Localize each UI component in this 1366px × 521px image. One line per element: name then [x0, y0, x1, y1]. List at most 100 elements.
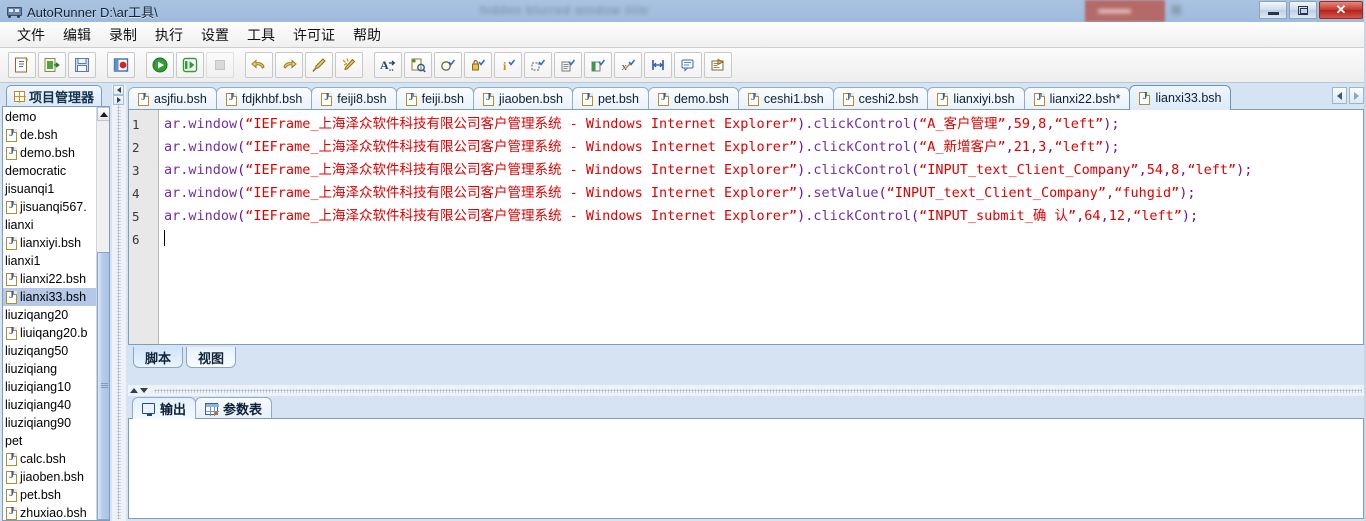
new-script-icon[interactable] — [8, 52, 36, 78]
bsh-file-icon — [657, 92, 669, 106]
text-insert-icon[interactable]: A — [374, 52, 402, 78]
editor-tab[interactable]: lianxiyi.bsh — [927, 87, 1025, 110]
editor-tab-active[interactable]: lianxi33.bsh — [1129, 85, 1232, 110]
code-line[interactable]: ar.window (“IEFrame_上海泽众软件科技有限公司客户管理系统 - … — [164, 205, 1363, 228]
record-icon[interactable] — [107, 52, 135, 78]
tree-item-file[interactable]: jiaoben.bsh — [3, 468, 96, 486]
tree-item-file[interactable]: calc.bsh — [3, 450, 96, 468]
tab-project-manager[interactable]: 项目管理器 — [6, 85, 103, 107]
menu-record[interactable]: 录制 — [100, 23, 146, 47]
tree-item-file[interactable]: de.bsh — [3, 126, 96, 144]
editor-tab[interactable]: asjfiu.bsh — [128, 87, 217, 110]
sync-point-icon[interactable] — [644, 52, 672, 78]
tree-item-file[interactable]: zhuxiao.bsh — [3, 504, 96, 520]
menu-settings[interactable]: 设置 — [192, 23, 238, 47]
tree-item-folder[interactable]: liuziqiang10 — [3, 378, 96, 396]
editor-tab[interactable]: lianxi22.bsh* — [1023, 87, 1131, 110]
tab-script[interactable]: 脚本 — [133, 347, 184, 368]
menu-tools[interactable]: 工具 — [238, 23, 284, 47]
scrollbar-thumb[interactable] — [97, 252, 109, 520]
tree-item-folder[interactable]: liuziqang20 — [3, 306, 96, 324]
check-export-icon[interactable] — [584, 52, 612, 78]
code-line[interactable]: ar.window (“IEFrame_上海泽众软件科技有限公司客户管理系统 - … — [164, 159, 1363, 182]
tab-parameter-table[interactable]: 参数表 — [195, 397, 273, 419]
editor-tab[interactable]: feiji8.bsh — [311, 87, 397, 110]
tree-item-folder[interactable]: liuziqiang40 — [3, 396, 96, 414]
tree-item-file[interactable]: lianxi22.bsh — [3, 270, 96, 288]
code-line[interactable] — [164, 228, 1363, 251]
chevron-right-icon[interactable] — [1349, 87, 1364, 104]
scroll-up-arrow-icon[interactable] — [97, 107, 109, 121]
editor-tab[interactable]: ceshi1.bsh — [737, 87, 834, 110]
check-region-icon[interactable] — [524, 52, 552, 78]
code-token-pun: , — [1106, 185, 1115, 201]
tree-item-folder[interactable]: lianxi1 — [3, 252, 96, 270]
splitter-collapse-up-icon[interactable] — [130, 388, 138, 393]
save-icon[interactable] — [68, 52, 96, 78]
editor-tab[interactable]: ceshi2.bsh — [832, 87, 929, 110]
brush-icon[interactable] — [305, 52, 333, 78]
project-tree-rows: demo de.bsh demo.bsh democratic jisuanqi… — [3, 107, 96, 520]
tree-item-file[interactable]: liuiqang20.b — [3, 324, 96, 342]
output-content[interactable] — [128, 418, 1364, 519]
tree-item-folder[interactable]: pet — [3, 432, 96, 450]
report-icon[interactable] — [704, 52, 732, 78]
horizontal-splitter-grip — [154, 389, 1362, 393]
tree-item-folder[interactable]: liuziqiang — [3, 360, 96, 378]
code-line[interactable]: ar.window (“IEFrame_上海泽众软件科技有限公司客户管理系统 - … — [164, 113, 1363, 136]
tree-item-folder[interactable]: liuziqang50 — [3, 342, 96, 360]
open-project-icon[interactable] — [38, 52, 66, 78]
stop-icon[interactable] — [206, 52, 234, 78]
code-token-pun: , — [1162, 162, 1172, 178]
code-text[interactable]: ar.window (“IEFrame_上海泽众软件科技有限公司客户管理系统 - … — [159, 110, 1363, 344]
menu-run[interactable]: 执行 — [146, 23, 192, 47]
horizontal-splitter[interactable] — [128, 385, 1364, 396]
tree-item-file[interactable]: demo.bsh — [3, 144, 96, 162]
tree-item-folder[interactable]: liuziqiang90 — [3, 414, 96, 432]
wand-icon[interactable] — [335, 52, 363, 78]
maximize-button[interactable] — [1289, 1, 1317, 19]
menu-file[interactable]: 文件 — [8, 23, 54, 47]
undo-icon[interactable] — [245, 52, 273, 78]
run-icon[interactable] — [146, 52, 174, 78]
step-run-icon[interactable] — [176, 52, 204, 78]
capture-object-icon[interactable] — [404, 52, 432, 78]
editor-tab[interactable]: feiji.bsh — [395, 87, 475, 110]
check-doc-icon[interactable] — [554, 52, 582, 78]
editor-tab[interactable]: jiaoben.bsh — [473, 87, 573, 110]
tree-item-folder[interactable]: lianxi — [3, 216, 96, 234]
code-editor[interactable]: 1 2 3 4 5 6 ar.window (“IEFrame_上海泽众软件科技有… — [128, 109, 1364, 345]
message-icon[interactable] — [674, 52, 702, 78]
minimize-button[interactable] — [1259, 1, 1287, 19]
tree-item-folder[interactable]: jisuanqi1 — [3, 180, 96, 198]
tab-project-manager-label: 项目管理器 — [29, 90, 95, 105]
menu-license[interactable]: 许可证 — [284, 23, 344, 47]
editor-tab[interactable]: demo.bsh — [647, 87, 739, 110]
vertical-splitter[interactable] — [112, 85, 126, 521]
splitter-collapse-left-icon[interactable] — [113, 85, 124, 95]
tree-item-file-selected[interactable]: lianxi33.bsh — [3, 288, 96, 306]
chevron-left-icon[interactable] — [1332, 87, 1347, 104]
check-circle-icon[interactable] — [434, 52, 462, 78]
code-line[interactable]: ar.window (“IEFrame_上海泽众软件科技有限公司客户管理系统 - … — [164, 182, 1363, 205]
splitter-collapse-down-icon[interactable] — [140, 388, 148, 393]
tree-item-file[interactable]: jisuanqi567. — [3, 198, 96, 216]
menu-edit[interactable]: 编辑 — [54, 23, 100, 47]
editor-tab[interactable]: fdjkhbf.bsh — [215, 87, 313, 110]
close-button[interactable]: ✕ — [1319, 1, 1363, 19]
check-lock-icon[interactable] — [464, 52, 492, 78]
tree-item-file[interactable]: pet.bsh — [3, 486, 96, 504]
tab-view[interactable]: 视图 — [186, 347, 237, 368]
editor-tab[interactable]: pet.bsh — [571, 87, 649, 110]
project-tree-scrollbar[interactable] — [96, 107, 109, 520]
editor-tab-label: ceshi1.bsh — [763, 92, 824, 106]
menu-help[interactable]: 帮助 — [344, 23, 390, 47]
check-info-icon[interactable]: i — [494, 52, 522, 78]
tab-output[interactable]: 输出 — [132, 397, 197, 419]
tree-item-folder[interactable]: demo — [3, 108, 96, 126]
tree-item-folder[interactable]: democratic — [3, 162, 96, 180]
redo-icon[interactable] — [275, 52, 303, 78]
tree-item-file[interactable]: lianxiyi.bsh — [3, 234, 96, 252]
code-line[interactable]: ar.window (“IEFrame_上海泽众软件科技有限公司客户管理系统 - … — [164, 136, 1363, 159]
check-formula-icon[interactable]: x — [614, 52, 642, 78]
